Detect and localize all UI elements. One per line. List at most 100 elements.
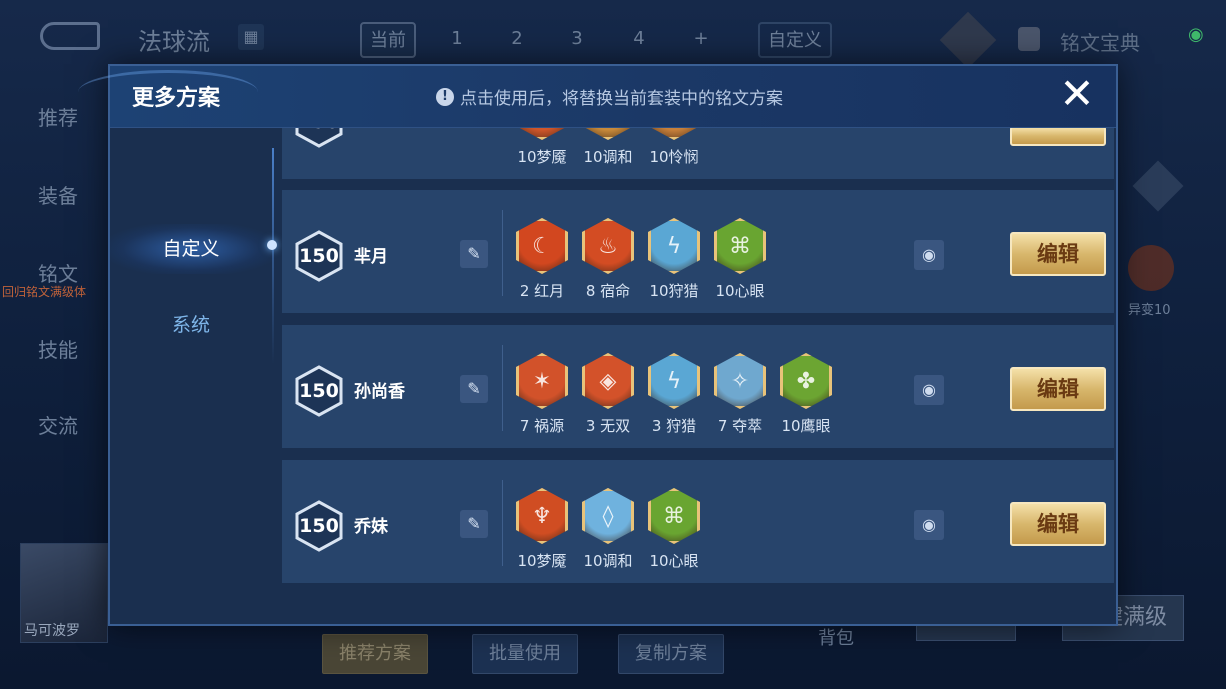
tab-custom[interactable]: 自定义 xyxy=(758,22,832,58)
edit-button[interactable] xyxy=(1010,128,1106,146)
rune-label: 10调和 xyxy=(583,148,633,166)
plan-row: 150 芈月 ✎ ☾ 2 红月 ♨ 8 宿命 ϟ 10狩猎 ⌘ 10心眼 ◉ 编辑 xyxy=(282,190,1114,314)
batch-use-button[interactable]: 批量使用 xyxy=(472,634,578,674)
edit-button[interactable]: 编辑 xyxy=(1010,502,1106,546)
rune-icon xyxy=(516,128,568,140)
rune-slot[interactable]: ♨ 8 宿命 xyxy=(576,218,640,304)
rune-label: 10鹰眼 xyxy=(781,417,831,435)
rune-icon: ✤ xyxy=(780,353,832,409)
rune-label: 10狩猎 xyxy=(649,282,699,300)
rune-icon: ◊ xyxy=(582,488,634,544)
preview-eye-icon[interactable]: ◉ xyxy=(914,240,944,270)
rune-icon: ✧ xyxy=(714,353,766,409)
row-divider xyxy=(502,480,503,566)
tab-3[interactable]: 3 xyxy=(556,22,598,58)
rune-label: 2 红月 xyxy=(519,282,565,300)
rune-icon: ⌘ xyxy=(714,218,766,274)
rune-variant-icon xyxy=(1128,245,1174,291)
rune-label: 10调和 xyxy=(583,552,633,570)
book-icon[interactable] xyxy=(939,11,997,69)
rune-slot[interactable]: 10怜悯 xyxy=(642,128,706,170)
level-badge: 150 xyxy=(294,230,344,282)
rune-icon: ϟ xyxy=(648,353,700,409)
wifi-icon: ◉ xyxy=(1188,24,1204,45)
close-button[interactable]: ✕ xyxy=(1056,73,1098,116)
rune-label: 7 夺萃 xyxy=(717,417,763,435)
page-title: 法球流 xyxy=(138,28,210,56)
rune-icon: ϟ xyxy=(648,218,700,274)
rune-slot[interactable]: 10调和 xyxy=(576,128,640,170)
tab-4[interactable]: 4 xyxy=(618,22,660,58)
rune-label: 3 无双 xyxy=(585,417,631,435)
tab-system[interactable]: 系统 xyxy=(110,300,272,350)
rune-dictionary-link[interactable]: 铭文宝典 xyxy=(1060,27,1140,56)
hero-name: 马可波罗 xyxy=(24,623,80,639)
tab-add[interactable]: + xyxy=(680,22,722,58)
plan-row: 150 10梦魇 10调和 10怜悯 xyxy=(282,128,1114,180)
rune-label: 8 宿命 xyxy=(585,282,631,300)
rune-label: 3 狩猎 xyxy=(651,417,697,435)
rune-variant-label: 异变10 xyxy=(1128,303,1171,318)
active-indicator-dot xyxy=(267,240,277,250)
back-button[interactable] xyxy=(40,22,100,50)
plan-row: 150 乔妹 ✎ ♆ 10梦魇 ◊ 10调和 ⌘ 10心眼 ◉ 编辑 xyxy=(282,460,1114,584)
rune-icon: ◈ xyxy=(582,353,634,409)
copy-plan-button[interactable]: 复制方案 xyxy=(618,634,724,674)
row-divider xyxy=(502,210,503,296)
plan-name: 孙尚香 xyxy=(354,382,405,402)
rune-slot[interactable]: ◈ 3 无双 xyxy=(576,353,640,439)
plan-name: 乔妹 xyxy=(354,517,388,537)
sidebar-divider xyxy=(272,148,274,364)
rename-pencil-icon[interactable]: ✎ xyxy=(460,375,488,403)
notice-text: 点击使用后，将替换当前套装中的铭文方案 xyxy=(460,89,783,109)
tab-1[interactable]: 1 xyxy=(436,22,478,58)
plan-name: 芈月 xyxy=(354,247,388,267)
rune-icon: ♆ xyxy=(516,488,568,544)
preview-eye-icon[interactable]: ◉ xyxy=(914,510,944,540)
rune-label: 10怜悯 xyxy=(649,148,699,166)
rune-slot[interactable]: 10梦魇 xyxy=(510,128,574,170)
rename-pencil-icon[interactable]: ✎ xyxy=(460,510,488,538)
rune-slot[interactable]: ♆ 10梦魇 xyxy=(510,488,574,574)
rune-slot[interactable]: ϟ 3 狩猎 xyxy=(642,353,706,439)
menu-icon[interactable] xyxy=(1132,160,1184,212)
level-badge: 150 xyxy=(294,365,344,417)
level-value: 150 xyxy=(294,128,344,148)
rune-slot[interactable]: ◊ 10调和 xyxy=(576,488,640,574)
side-item-equipment[interactable]: 装备 xyxy=(38,180,78,209)
rune-label: 10梦魇 xyxy=(517,552,567,570)
rune-slot[interactable]: ⌘ 10心眼 xyxy=(708,218,772,304)
dialog-title: 更多方案 xyxy=(132,86,221,111)
side-sub-label: 回归铭文满级体 xyxy=(2,285,87,299)
side-item-skills[interactable]: 技能 xyxy=(38,334,78,363)
edit-button[interactable]: 编辑 xyxy=(1010,367,1106,411)
rune-slot[interactable]: ⌘ 10心眼 xyxy=(642,488,706,574)
edit-button[interactable]: 编辑 xyxy=(1010,232,1106,276)
rune-label: 7 祸源 xyxy=(519,417,565,435)
rune-icon: ♨ xyxy=(582,218,634,274)
recommend-plan-button[interactable]: 推荐方案 xyxy=(322,634,428,674)
level-badge: 150 xyxy=(294,128,344,148)
dialog-sidebar: 自定义 系统 xyxy=(110,128,272,624)
rune-slot[interactable]: ☾ 2 红月 xyxy=(510,218,574,304)
notice: ! 点击使用后，将替换当前套装中的铭文方案 xyxy=(436,84,783,109)
rune-slot[interactable]: ✤ 10鹰眼 xyxy=(774,353,838,439)
rune-slot[interactable]: ϟ 10狩猎 xyxy=(642,218,706,304)
rune-icon: ☾ xyxy=(516,218,568,274)
grid-icon[interactable]: ▦ xyxy=(238,24,264,50)
level-badge: 150 xyxy=(294,500,344,552)
plan-row: 150 孙尚香 ✎ ✶ 7 祸源 ◈ 3 无双 ϟ 3 狩猎 ✧ 7 夺萃 ✤ 10鹰眼 ◉ 编辑 xyxy=(282,325,1114,449)
level-value: 150 xyxy=(299,245,339,267)
plan-list[interactable]: 150 10梦魇 10调和 10怜悯 150 芈月 ✎ ☾ 2 红月 ♨ 8 宿命 ϟ 10狩猎 ⌘ 10心… xyxy=(282,128,1114,624)
rename-pencil-icon[interactable]: ✎ xyxy=(460,240,488,268)
side-item-recommend[interactable]: 推荐 xyxy=(38,102,78,131)
tab-current[interactable]: 当前 xyxy=(360,22,416,58)
tab-2[interactable]: 2 xyxy=(496,22,538,58)
rune-icon xyxy=(648,128,700,140)
backpack-label[interactable]: 背包 xyxy=(818,624,854,650)
preview-eye-icon[interactable]: ◉ xyxy=(914,375,944,405)
rune-slot[interactable]: ✧ 7 夺萃 xyxy=(708,353,772,439)
rune-slot[interactable]: ✶ 7 祸源 xyxy=(510,353,574,439)
side-item-chat[interactable]: 交流 xyxy=(38,410,78,439)
tab-custom[interactable]: 自定义 xyxy=(110,224,272,274)
